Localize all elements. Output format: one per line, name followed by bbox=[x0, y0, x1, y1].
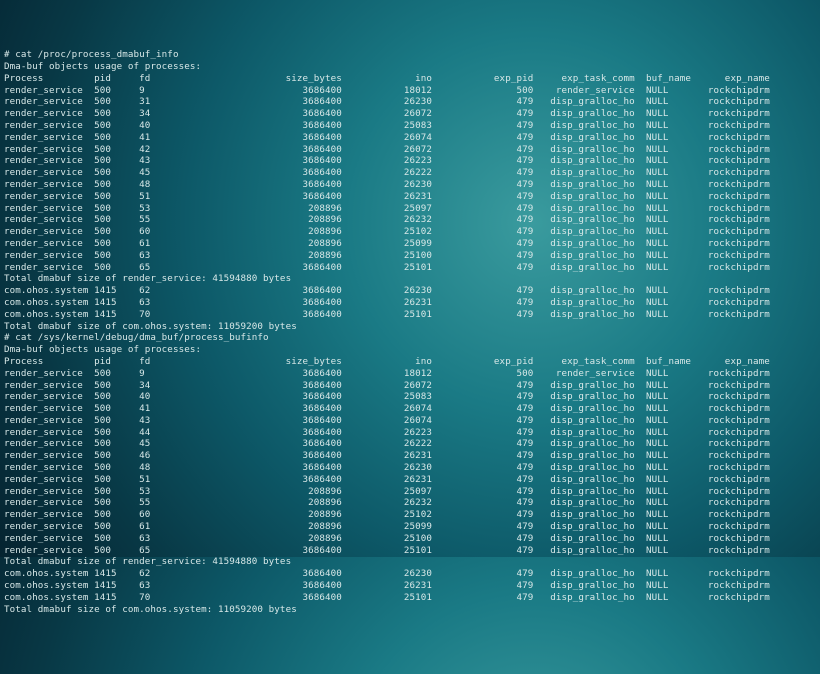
terminal-line: render_service 500 65 3686400 25101 479 … bbox=[4, 262, 816, 274]
terminal-line: render_service 500 53 208896 25097 479 d… bbox=[4, 486, 816, 498]
terminal-line: # cat /proc/process_dmabuf_info bbox=[4, 49, 816, 61]
terminal-line: Process pid fd size_bytes ino exp_pid ex… bbox=[4, 356, 816, 368]
terminal-line: com.ohos.system 1415 70 3686400 25101 47… bbox=[4, 309, 816, 321]
terminal-line: Total dmabuf size of render_service: 415… bbox=[4, 273, 816, 285]
terminal-line: render_service 500 55 208896 26232 479 d… bbox=[4, 214, 816, 226]
terminal-line: render_service 500 43 3686400 26074 479 … bbox=[4, 415, 816, 427]
terminal-line: render_service 500 63 208896 25100 479 d… bbox=[4, 533, 816, 545]
terminal-line: render_service 500 60 208896 25102 479 d… bbox=[4, 226, 816, 238]
terminal-output[interactable]: # cat /proc/process_dmabuf_infoDma-buf o… bbox=[4, 49, 816, 615]
terminal-line: com.ohos.system 1415 62 3686400 26230 47… bbox=[4, 568, 816, 580]
terminal-line: Total dmabuf size of render_service: 415… bbox=[4, 556, 816, 568]
terminal-line: render_service 500 43 3686400 26223 479 … bbox=[4, 155, 816, 167]
terminal-line: Total dmabuf size of com.ohos.system: 11… bbox=[4, 321, 816, 333]
terminal-line: render_service 500 9 3686400 18012 500 r… bbox=[4, 85, 816, 97]
terminal-line: render_service 500 41 3686400 26074 479 … bbox=[4, 403, 816, 415]
terminal-line: render_service 500 45 3686400 26222 479 … bbox=[4, 167, 816, 179]
terminal-line: render_service 500 41 3686400 26074 479 … bbox=[4, 132, 816, 144]
terminal-line: render_service 500 44 3686400 26223 479 … bbox=[4, 427, 816, 439]
terminal-line: render_service 500 48 3686400 26230 479 … bbox=[4, 179, 816, 191]
terminal-line: render_service 500 61 208896 25099 479 d… bbox=[4, 521, 816, 533]
terminal-line: render_service 500 61 208896 25099 479 d… bbox=[4, 238, 816, 250]
terminal-line: com.ohos.system 1415 70 3686400 25101 47… bbox=[4, 592, 816, 604]
terminal-line: render_service 500 31 3686400 26230 479 … bbox=[4, 96, 816, 108]
terminal-line: render_service 500 51 3686400 26231 479 … bbox=[4, 474, 816, 486]
terminal-line: render_service 500 51 3686400 26231 479 … bbox=[4, 191, 816, 203]
terminal-line: render_service 500 34 3686400 26072 479 … bbox=[4, 108, 816, 120]
terminal-line: render_service 500 9 3686400 18012 500 r… bbox=[4, 368, 816, 380]
terminal-line: render_service 500 42 3686400 26072 479 … bbox=[4, 144, 816, 156]
terminal-line: com.ohos.system 1415 62 3686400 26230 47… bbox=[4, 285, 816, 297]
terminal-line: render_service 500 40 3686400 25083 479 … bbox=[4, 120, 816, 132]
terminal-line: render_service 500 48 3686400 26230 479 … bbox=[4, 462, 816, 474]
terminal-line: render_service 500 53 208896 25097 479 d… bbox=[4, 203, 816, 215]
terminal-line: render_service 500 46 3686400 26231 479 … bbox=[4, 450, 816, 462]
terminal-line: render_service 500 55 208896 26232 479 d… bbox=[4, 497, 816, 509]
terminal-line: render_service 500 40 3686400 25083 479 … bbox=[4, 391, 816, 403]
terminal-line: render_service 500 65 3686400 25101 479 … bbox=[4, 545, 816, 557]
terminal-line: render_service 500 45 3686400 26222 479 … bbox=[4, 438, 816, 450]
terminal-line: Dma-buf objects usage of processes: bbox=[4, 344, 816, 356]
terminal-line: com.ohos.system 1415 63 3686400 26231 47… bbox=[4, 580, 816, 592]
terminal-line: Total dmabuf size of com.ohos.system: 11… bbox=[4, 604, 816, 616]
terminal-line: Process pid fd size_bytes ino exp_pid ex… bbox=[4, 73, 816, 85]
terminal-line: render_service 500 34 3686400 26072 479 … bbox=[4, 380, 816, 392]
terminal-line: render_service 500 63 208896 25100 479 d… bbox=[4, 250, 816, 262]
terminal-line: Dma-buf objects usage of processes: bbox=[4, 61, 816, 73]
terminal-line: com.ohos.system 1415 63 3686400 26231 47… bbox=[4, 297, 816, 309]
terminal-line: # cat /sys/kernel/debug/dma_buf/process_… bbox=[4, 332, 816, 344]
terminal-line: render_service 500 60 208896 25102 479 d… bbox=[4, 509, 816, 521]
